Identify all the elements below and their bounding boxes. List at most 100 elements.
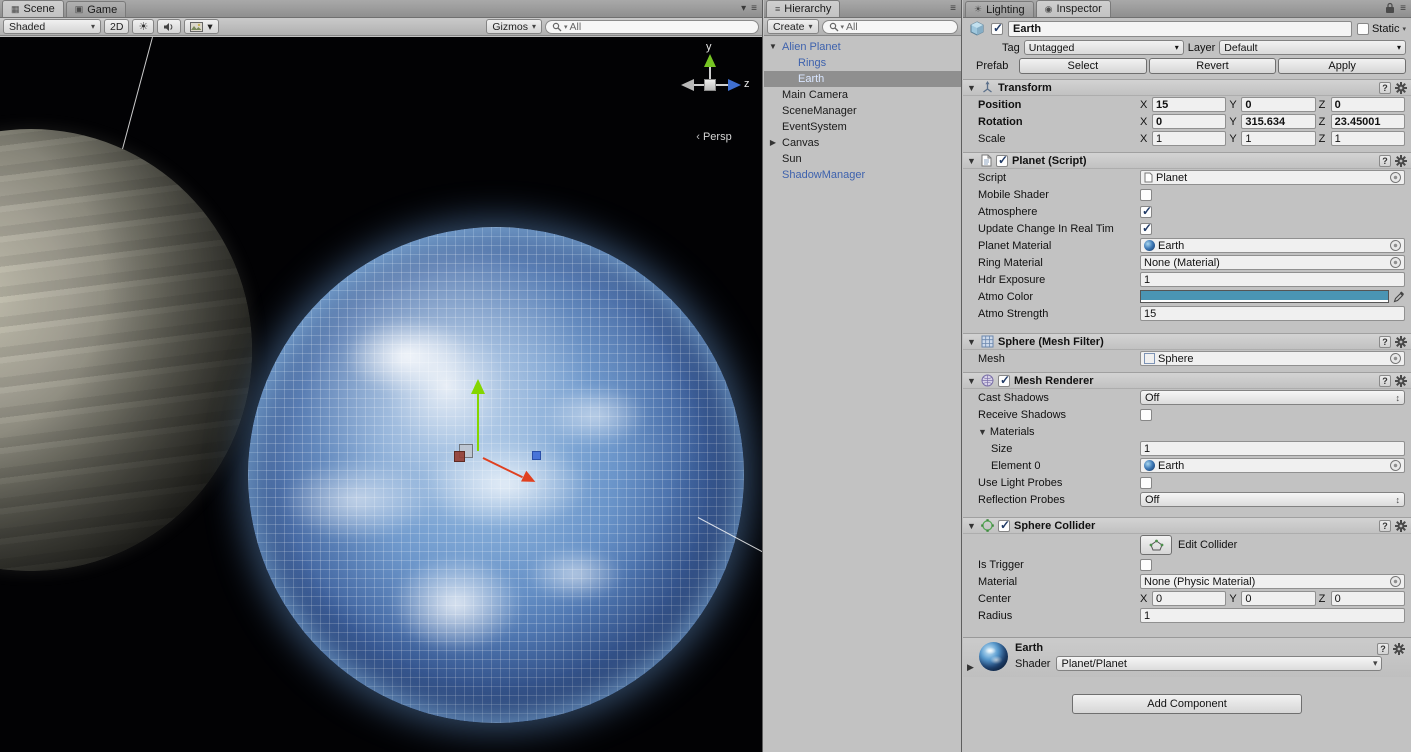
orientation-y-cone[interactable] xyxy=(704,54,716,67)
search-filter-arrow-icon[interactable]: ▾ xyxy=(841,23,845,31)
move-gizmo-z-handle[interactable] xyxy=(532,451,541,460)
is-trigger-checkbox[interactable] xyxy=(1140,559,1152,571)
foldout-open-icon[interactable]: ▼ xyxy=(966,83,977,93)
materials-foldout[interactable]: ▼ Materials xyxy=(963,423,1411,440)
ring-material-field[interactable]: None (Material) xyxy=(1140,255,1405,270)
search-filter-arrow-icon[interactable]: ▾ xyxy=(564,23,568,31)
scene-search-input[interactable]: ▾ All xyxy=(545,20,759,34)
scene-lighting-toggle[interactable]: ☀ xyxy=(132,19,154,34)
persp-indicator[interactable]: ‹Persp xyxy=(664,131,762,143)
tab-inspector[interactable]: ◉ Inspector xyxy=(1036,0,1111,17)
update-change-checkbox[interactable] xyxy=(1140,223,1152,235)
hierarchy-item-scenemanager[interactable]: SceneManager xyxy=(764,103,961,119)
atmo-color-swatch[interactable] xyxy=(1140,290,1389,303)
foldout-open-icon[interactable]: ▼ xyxy=(768,42,778,51)
position-x-field[interactable]: 15 xyxy=(1152,97,1226,112)
scale-z-field[interactable]: 1 xyxy=(1331,131,1405,146)
earth-sphere[interactable] xyxy=(248,227,744,723)
hierarchy-item-main-camera[interactable]: Main Camera xyxy=(764,87,961,103)
gameobject-name-field[interactable]: Earth xyxy=(1008,21,1352,37)
help-icon[interactable]: ? xyxy=(1377,643,1389,655)
scene-audio-toggle[interactable] xyxy=(157,19,181,34)
mesh-renderer-enabled-checkbox[interactable] xyxy=(998,375,1010,387)
receive-shadows-checkbox[interactable] xyxy=(1140,409,1152,421)
center-y-field[interactable]: 0 xyxy=(1241,591,1315,606)
mobile-shader-checkbox[interactable] xyxy=(1140,189,1152,201)
prefab-apply-button[interactable]: Apply xyxy=(1278,58,1406,74)
object-picker-icon[interactable] xyxy=(1390,257,1401,268)
center-x-field[interactable]: 0 xyxy=(1152,591,1226,606)
prefab-select-button[interactable]: Select xyxy=(1019,58,1147,74)
gear-icon[interactable] xyxy=(1393,643,1405,655)
transform-header[interactable]: ▼ Transform ? xyxy=(963,79,1411,96)
hierarchy-item-eventsystem[interactable]: EventSystem xyxy=(764,119,961,135)
rotation-x-field[interactable]: 0 xyxy=(1152,114,1226,129)
orientation-center-cube[interactable] xyxy=(704,79,716,91)
rotation-y-field[interactable]: 315.634 xyxy=(1241,114,1315,129)
scene-tab-dropdown-icon[interactable]: ▾ xyxy=(741,3,746,14)
sphere-collider-header[interactable]: ▼ Sphere Collider ? xyxy=(963,517,1411,534)
sphere-collider-enabled-checkbox[interactable] xyxy=(998,520,1010,532)
gizmos-dropdown[interactable]: Gizmos ▾ xyxy=(486,19,542,34)
gear-icon[interactable] xyxy=(1395,336,1407,348)
orientation-x-cone[interactable] xyxy=(681,79,694,91)
scale-x-field[interactable]: 1 xyxy=(1152,131,1226,146)
chevron-down-icon[interactable]: ▾ xyxy=(1402,25,1406,33)
mesh-object-field[interactable]: Sphere xyxy=(1140,351,1405,366)
hierarchy-item-canvas[interactable]: ▶ Canvas xyxy=(764,135,961,151)
layer-dropdown[interactable]: Default ▾ xyxy=(1219,40,1406,55)
gear-icon[interactable] xyxy=(1395,155,1407,167)
scene-viewport[interactable]: y z ‹Persp xyxy=(0,37,762,752)
prefab-revert-button[interactable]: Revert xyxy=(1149,58,1277,74)
lock-icon[interactable] xyxy=(1385,2,1395,14)
object-picker-icon[interactable] xyxy=(1390,460,1401,471)
help-icon[interactable]: ? xyxy=(1379,375,1391,387)
help-icon[interactable]: ? xyxy=(1379,82,1391,94)
foldout-open-icon[interactable]: ▼ xyxy=(966,156,977,166)
tab-lighting[interactable]: ☀ Lighting xyxy=(965,1,1034,17)
help-icon[interactable]: ? xyxy=(1379,155,1391,167)
orientation-gizmo[interactable]: y z xyxy=(670,41,762,141)
object-picker-icon[interactable] xyxy=(1390,240,1401,251)
static-checkbox[interactable] xyxy=(1357,23,1369,35)
hierarchy-item-sun[interactable]: Sun xyxy=(764,151,961,167)
script-object-field[interactable]: Planet xyxy=(1140,170,1405,185)
rotation-z-field[interactable]: 23.45001 xyxy=(1331,114,1405,129)
atmo-strength-field[interactable]: 15 xyxy=(1140,306,1405,321)
mesh-filter-header[interactable]: ▼ Sphere (Mesh Filter) ? xyxy=(963,333,1411,350)
inspector-menu-icon[interactable]: ≡ xyxy=(1400,3,1406,14)
use-light-probes-checkbox[interactable] xyxy=(1140,477,1152,489)
help-icon[interactable]: ? xyxy=(1379,336,1391,348)
move-gizmo-y-arrowhead[interactable] xyxy=(471,379,485,394)
shader-dropdown[interactable]: Planet/Planet ▾ xyxy=(1056,656,1382,671)
tab-game[interactable]: ▣ Game xyxy=(66,1,126,17)
element0-field[interactable]: Earth xyxy=(1140,458,1405,473)
hierarchy-item-earth[interactable]: Earth xyxy=(764,71,961,87)
object-picker-icon[interactable] xyxy=(1390,576,1401,587)
hierarchy-item-alien-planet[interactable]: ▼ Alien Planet xyxy=(764,39,961,55)
help-icon[interactable]: ? xyxy=(1379,520,1391,532)
radius-field[interactable]: 1 xyxy=(1140,608,1405,623)
gameobject-active-checkbox[interactable] xyxy=(991,23,1003,35)
scale-y-field[interactable]: 1 xyxy=(1241,131,1315,146)
tab-hierarchy[interactable]: ≡ Hierarchy xyxy=(766,0,840,17)
scene-effects-dropdown[interactable]: ▾ xyxy=(184,19,218,34)
position-z-field[interactable]: 0 xyxy=(1331,97,1405,112)
preview-foldout-icon[interactable]: ▶ xyxy=(967,662,974,673)
gear-icon[interactable] xyxy=(1395,82,1407,94)
static-toggle[interactable]: Static ▾ xyxy=(1357,23,1406,35)
eyedropper-icon[interactable] xyxy=(1393,291,1405,303)
foldout-open-icon[interactable]: ▼ xyxy=(966,521,977,531)
planet-script-header[interactable]: ▼ Planet (Script) ? xyxy=(963,152,1411,169)
scene-tab-menu-icon[interactable]: ≡ xyxy=(751,3,757,14)
edit-collider-button[interactable] xyxy=(1140,535,1172,555)
gear-icon[interactable] xyxy=(1395,520,1407,532)
add-component-button[interactable]: Add Component xyxy=(1072,694,1302,714)
planet-material-field[interactable]: Earth xyxy=(1140,238,1405,253)
tab-scene[interactable]: ▦ Scene xyxy=(2,0,64,17)
hierarchy-menu-icon[interactable]: ≡ xyxy=(950,3,956,14)
gear-icon[interactable] xyxy=(1395,375,1407,387)
hierarchy-item-shadowmanager[interactable]: ShadowManager xyxy=(764,167,961,183)
foldout-open-icon[interactable]: ▼ xyxy=(966,376,977,386)
hierarchy-search-input[interactable]: ▾ All xyxy=(822,20,958,34)
